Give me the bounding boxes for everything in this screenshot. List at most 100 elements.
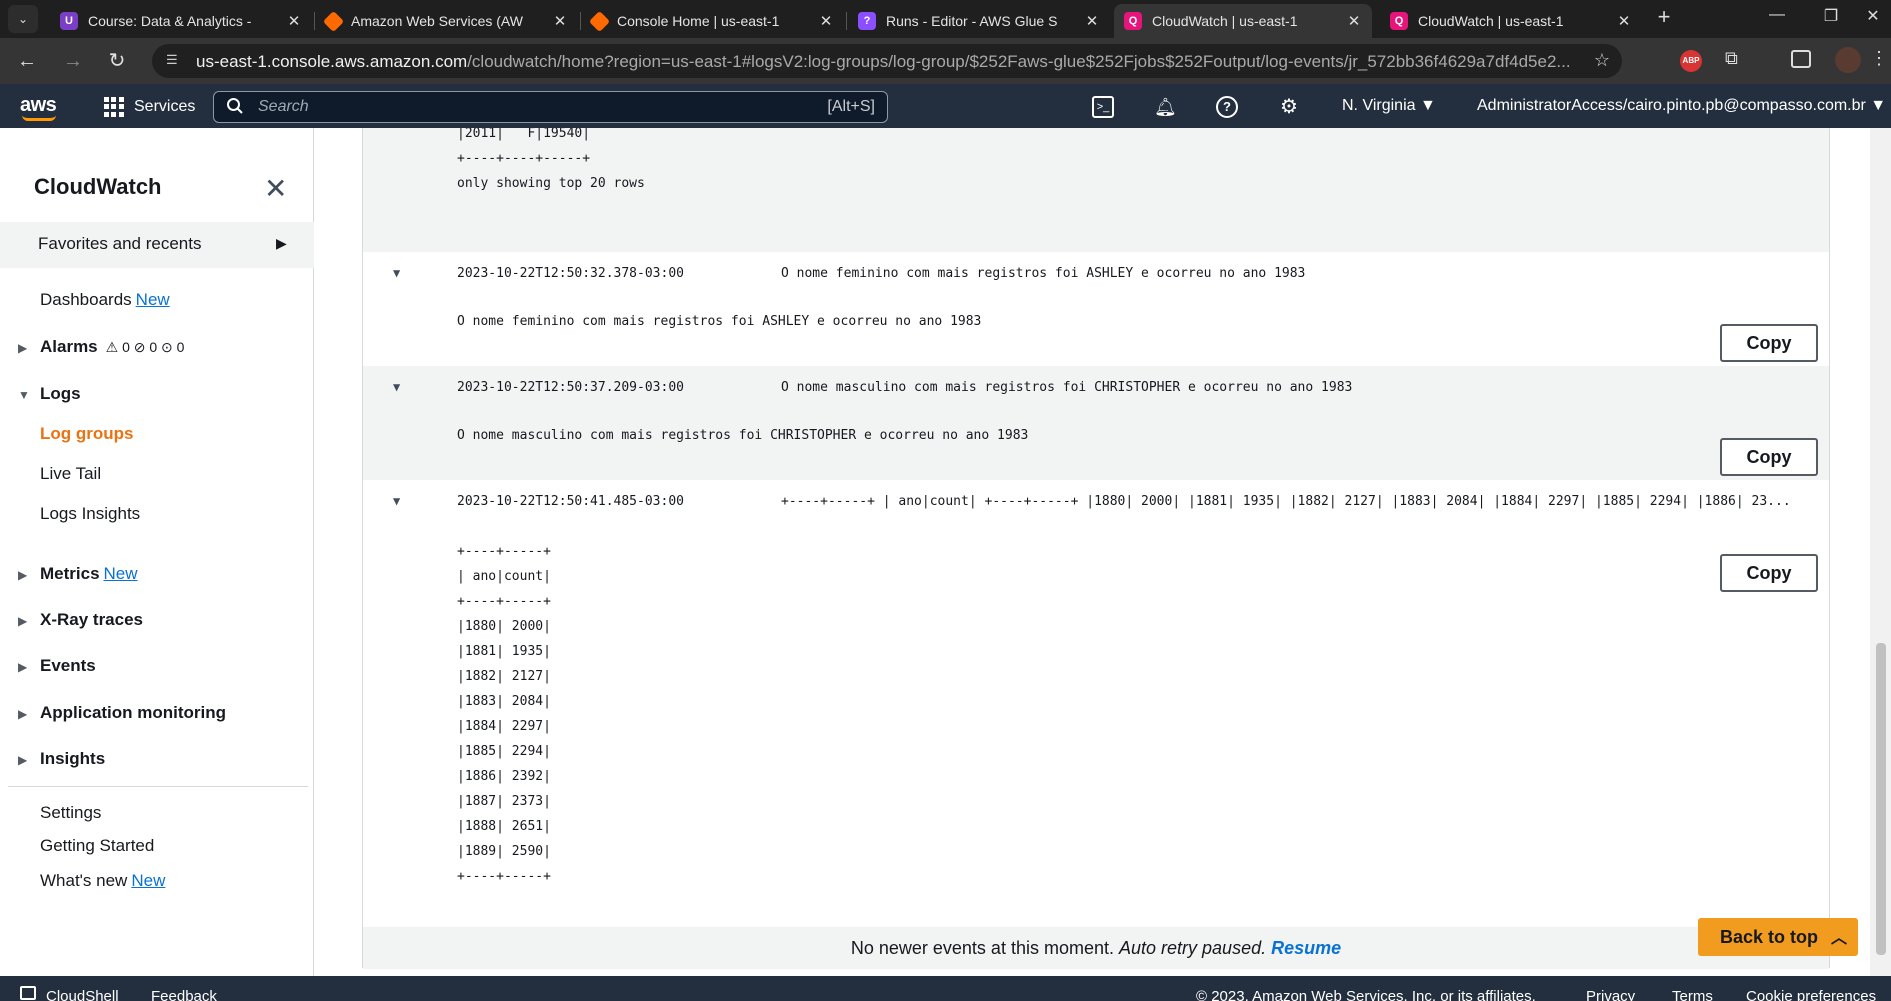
region-selector[interactable]: N. Virginia ▼ — [1342, 97, 1436, 115]
aws-console-header: aws Services [Alt+S] >_ 🔔︎ ? ⚙ N. Virgin… — [0, 84, 1891, 128]
window-close-icon[interactable]: ✕ — [1858, 6, 1888, 26]
feedback-link[interactable]: Feedback — [151, 988, 217, 1001]
page-scrollbar[interactable] — [1870, 128, 1891, 976]
adblock-plus-icon[interactable]: ABP — [1680, 50, 1702, 72]
caret-right-icon[interactable]: ▶ — [18, 660, 27, 674]
caret-right-icon[interactable]: ▶ — [18, 753, 27, 767]
tab-title: Amazon Web Services (AW — [351, 13, 523, 29]
caret-right-icon[interactable]: ▶ — [18, 614, 27, 628]
side-panel-icon[interactable] — [1791, 50, 1811, 68]
browser-tab-glue[interactable]: ? Runs - Editor - AWS Glue S ✕ — [848, 4, 1110, 38]
sidebar-item-whats-new[interactable]: What's new New — [40, 871, 165, 891]
sidebar-item-label: Metrics — [40, 564, 100, 583]
caret-right-icon[interactable]: ▶ — [18, 341, 27, 355]
tab-title: Runs - Editor - AWS Glue S — [886, 13, 1058, 29]
sidebar-item-settings[interactable]: Settings — [40, 803, 101, 823]
caret-down-icon[interactable]: ▼ — [393, 494, 400, 508]
help-icon[interactable]: ? — [1216, 96, 1238, 118]
settings-gear-icon[interactable]: ⚙ — [1278, 96, 1300, 118]
restore-icon[interactable]: ❐ — [1816, 6, 1846, 26]
close-icon[interactable]: ✕ — [1346, 12, 1362, 30]
extensions-puzzle-icon[interactable]: ⧉ — [1725, 48, 1738, 69]
sidebar-item-logs-insights[interactable]: Logs Insights — [40, 504, 140, 524]
sidebar-item-metrics[interactable]: Metrics New — [40, 564, 138, 584]
auto-retry-text: Auto retry paused. — [1119, 938, 1267, 958]
address-bar[interactable]: ☰ us-east-1.console.aws.amazon.com/cloud… — [152, 44, 1622, 78]
cloudshell-icon[interactable]: >_ — [1092, 96, 1114, 118]
reload-icon[interactable]: ↻ — [104, 48, 130, 74]
profile-avatar[interactable] — [1835, 47, 1861, 73]
sidebar-item-xray[interactable]: X-Ray traces — [40, 610, 143, 630]
copy-button[interactable]: Copy — [1720, 438, 1818, 476]
browser-tab-aws[interactable]: Amazon Web Services (AW ✕ — [316, 4, 578, 38]
aws-logo[interactable]: aws — [20, 94, 57, 117]
caret-right-icon[interactable]: ▶ — [18, 707, 27, 721]
forward-arrow-icon[interactable]: → — [60, 48, 86, 74]
log-event-row[interactable]: ▼ 2023-10-22T12:50:37.209-03:00 O nome m… — [363, 366, 1829, 480]
no-newer-text: No newer events at this moment. — [850, 938, 1114, 958]
caret-down-icon[interactable]: ▼ — [18, 388, 30, 402]
log-event-body: +----+-----+ | ano|count| +----+-----+ |… — [457, 544, 551, 884]
cloudwatch-favicon-icon: Q — [1390, 12, 1408, 30]
sidebar-item-events[interactable]: Events — [40, 656, 96, 676]
minimize-icon[interactable]: — — [1762, 6, 1792, 24]
new-tab-plus-icon[interactable]: + — [1652, 6, 1676, 30]
cloudshell-footer-icon[interactable] — [20, 986, 36, 1000]
sidebar-item-dashboards[interactable]: Dashboards New — [40, 290, 170, 310]
close-icon[interactable]: ✕ — [1616, 12, 1632, 30]
copy-button[interactable]: Copy — [1720, 554, 1818, 592]
copy-button[interactable]: Copy — [1720, 324, 1818, 362]
close-sidebar-icon[interactable]: ✕ — [264, 172, 287, 205]
browser-tab-course[interactable]: U Course: Data & Analytics - ✕ — [50, 4, 312, 38]
browser-tab-cloudwatch-active[interactable]: Q CloudWatch | us-east-1 ✕ — [1114, 4, 1372, 38]
sidebar-item-application-monitoring[interactable]: Application monitoring — [40, 703, 226, 723]
close-icon[interactable]: ✕ — [552, 12, 568, 30]
browser-tab-console-home[interactable]: Console Home | us-east-1 ✕ — [582, 4, 844, 38]
search-input[interactable] — [258, 96, 758, 118]
caret-right-icon[interactable]: ▶ — [18, 568, 27, 582]
favorites-and-recents[interactable]: Favorites and recents ▶ — [0, 222, 314, 268]
tab-search-chevron-icon[interactable]: ⌄ — [8, 5, 38, 33]
caret-down-icon[interactable]: ▼ — [393, 380, 400, 394]
alarm-status-counts: ⚠ 0 ⊘ 0 ⊙ 0 — [105, 339, 185, 355]
close-icon[interactable]: ✕ — [1084, 12, 1100, 30]
account-menu[interactable]: AdministratorAccess/cairo.pinto.pb@compa… — [1477, 97, 1886, 115]
browser-tab-cloudwatch[interactable]: Q CloudWatch | us-east-1 ✕ — [1380, 4, 1642, 38]
log-event-row[interactable]: ▼ 2023-10-22T12:50:32.378-03:00 O nome f… — [363, 252, 1829, 366]
resume-link[interactable]: Resume — [1271, 938, 1341, 958]
close-icon[interactable]: ✕ — [286, 12, 302, 30]
services-menu-button[interactable]: Services — [134, 98, 195, 116]
back-to-top-button[interactable]: Back to top ︿ — [1698, 918, 1858, 956]
log-event-message: O nome masculino com mais registros foi … — [781, 380, 1353, 395]
new-badge[interactable]: New — [104, 564, 138, 583]
url-text[interactable]: us-east-1.console.aws.amazon.com/cloudwa… — [196, 52, 1586, 72]
sidebar-item-live-tail[interactable]: Live Tail — [40, 464, 101, 484]
unified-search-box[interactable]: [Alt+S] — [213, 91, 888, 123]
url-path: /cloudwatch/home?region=us-east-1#logsV2… — [467, 52, 1571, 71]
browser-menu-icon[interactable]: ⋮ — [1870, 48, 1888, 69]
cloudshell-footer-link[interactable]: CloudShell — [46, 988, 119, 1001]
log-event-body: |2011| F|19540| +----+----+-----+ only s… — [457, 128, 645, 191]
bookmark-star-icon[interactable]: ☆ — [1594, 50, 1610, 71]
sidebar-item-log-groups[interactable]: Log groups — [40, 424, 133, 444]
services-grid-icon[interactable] — [104, 97, 124, 117]
log-event-row[interactable]: ▼ 2023-10-22T12:50:41.485-03:00 +----+--… — [363, 480, 1829, 927]
sidebar-item-alarms[interactable]: Alarms ⚠ 0 ⊘ 0 ⊙ 0 — [40, 337, 184, 357]
caret-down-icon[interactable]: ▼ — [393, 266, 400, 280]
back-arrow-icon[interactable]: ← — [14, 48, 40, 74]
new-badge[interactable]: New — [136, 290, 170, 309]
new-badge[interactable]: New — [131, 871, 165, 890]
terms-link[interactable]: Terms — [1672, 988, 1713, 1001]
scrollbar-thumb[interactable] — [1876, 643, 1886, 955]
close-icon[interactable]: ✕ — [818, 12, 834, 30]
log-event-body: O nome masculino com mais registros foi … — [457, 428, 1029, 443]
privacy-link[interactable]: Privacy — [1586, 988, 1635, 1001]
sidebar-item-getting-started[interactable]: Getting Started — [40, 836, 154, 856]
cookie-preferences-link[interactable]: Cookie preferences — [1746, 988, 1876, 1001]
browser-toolbar: ← → ↻ ☰ us-east-1.console.aws.amazon.com… — [0, 38, 1891, 84]
sidebar-item-insights[interactable]: Insights — [40, 749, 105, 769]
sidebar-item-logs[interactable]: Logs — [40, 384, 81, 404]
notifications-bell-icon[interactable]: 🔔︎ — [1154, 96, 1177, 118]
aws-favicon-icon — [322, 10, 345, 32]
site-info-icon[interactable]: ☰ — [166, 52, 184, 70]
